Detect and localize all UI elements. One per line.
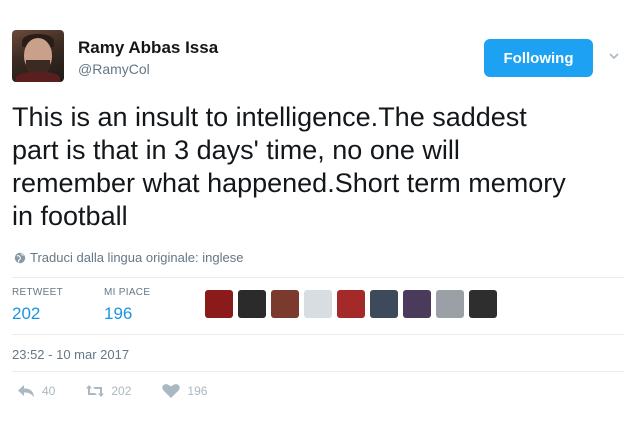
user-handle[interactable]: @RamyCol xyxy=(78,61,150,77)
likes-stat-value: 196 xyxy=(104,304,133,323)
retweet-stat[interactable]: RETWEET 202 xyxy=(12,287,63,324)
reply-button[interactable]: 40 xyxy=(16,383,55,399)
liker-avatar[interactable] xyxy=(337,290,365,318)
liker-avatar[interactable] xyxy=(403,290,431,318)
liker-avatar[interactable] xyxy=(436,290,464,318)
liker-avatar[interactable] xyxy=(271,290,299,318)
liker-avatar[interactable] xyxy=(304,290,332,318)
like-count: 196 xyxy=(187,384,208,398)
globe-icon xyxy=(14,252,26,263)
heart-icon xyxy=(162,384,181,398)
divider xyxy=(12,277,624,278)
retweet-stat-label: RETWEET xyxy=(12,287,63,298)
avatar-shirt xyxy=(16,72,60,82)
retweet-button[interactable]: 202 xyxy=(85,383,131,399)
liker-avatar[interactable] xyxy=(370,290,398,318)
divider xyxy=(12,334,624,335)
like-button[interactable]: 196 xyxy=(161,383,207,399)
reply-count: 40 xyxy=(42,384,56,398)
liker-avatar[interactable] xyxy=(238,290,266,318)
retweet-icon xyxy=(86,385,105,397)
liker-avatars xyxy=(205,290,497,318)
likes-stat[interactable]: MI PIACE 196 xyxy=(104,287,150,324)
likes-stat-label: MI PIACE xyxy=(104,287,151,298)
translate-link[interactable]: Traduci dalla lingua originale: inglese xyxy=(14,250,243,265)
chevron-down-icon[interactable] xyxy=(608,50,620,62)
avatar[interactable] xyxy=(12,30,64,82)
liker-avatar[interactable] xyxy=(205,290,233,318)
display-name[interactable]: Ramy Abbas Issa xyxy=(78,38,218,58)
liker-avatar[interactable] xyxy=(469,290,497,318)
tweet-actions: 40 202 196 xyxy=(16,383,237,399)
divider xyxy=(12,371,624,372)
following-button[interactable]: Following xyxy=(484,39,593,77)
reply-icon xyxy=(18,385,34,397)
tweet-timestamp[interactable]: 23:52 - 10 mar 2017 xyxy=(12,347,129,362)
translate-label: Traduci dalla lingua originale: inglese xyxy=(30,250,244,265)
tweet-text: This is an insult to intelligence.The sa… xyxy=(12,102,566,231)
retweet-count: 202 xyxy=(111,384,132,398)
retweet-stat-value: 202 xyxy=(12,304,41,323)
